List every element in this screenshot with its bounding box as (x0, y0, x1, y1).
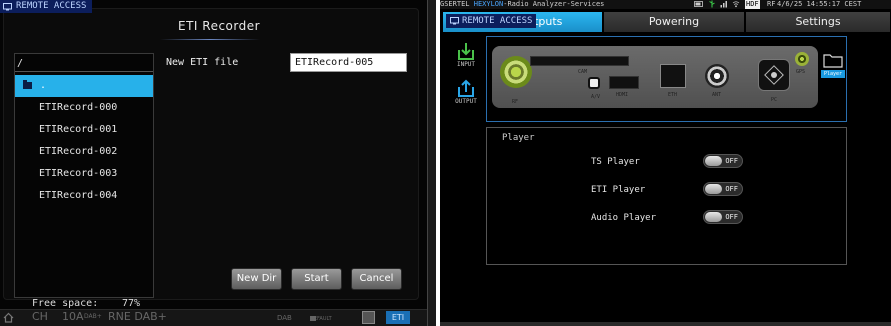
dialog-title: ETI Recorder (178, 19, 261, 33)
ch-label: CH (32, 310, 48, 323)
input-button[interactable]: INPUT (452, 42, 480, 68)
rf-port-label: RF (512, 99, 519, 105)
vendor-label: GSERTEL (440, 0, 470, 8)
pc-connector[interactable] (758, 59, 790, 91)
bottom-status-bar: CH 10A DAB+ RNE DAB+ DAB DEFAULT ETI (0, 309, 436, 326)
audio-player-label: Audio Player (591, 213, 657, 223)
new-file-label: New ETI file (166, 57, 239, 68)
current-path: / (15, 58, 153, 72)
tab-settings[interactable]: Settings (746, 12, 891, 32)
player-chip[interactable]: Player (821, 70, 845, 78)
upload-arrow-icon (458, 79, 474, 97)
eth-port[interactable] (660, 64, 686, 88)
channel-value: 10A (62, 310, 84, 323)
toggle-knob (705, 156, 722, 166)
brand-label: HEXYLON (473, 0, 504, 8)
top-status-bar: GSERTEL HEXYLON-Radio Analyzer-Services … (440, 0, 891, 9)
home-icon[interactable] (3, 312, 14, 326)
hdf-badge: HDF (745, 0, 760, 9)
cam-slot[interactable] (530, 56, 629, 66)
ts-player-label: TS Player (591, 157, 640, 167)
signal-icon (720, 0, 728, 11)
player-folder-icon[interactable] (823, 52, 843, 72)
remote-access-label: REMOTE ACCESS (16, 1, 87, 11)
battery-icon (694, 0, 704, 11)
remote-access-banner: REMOTE ACCESS (446, 14, 537, 28)
eti-player-toggle[interactable]: OFF (703, 182, 743, 196)
toggle-knob (705, 184, 722, 194)
usb-icon (708, 0, 716, 11)
ant-connector[interactable] (705, 64, 729, 88)
gps-connector[interactable] (795, 52, 809, 66)
download-arrow-icon (458, 43, 474, 60)
list-item[interactable]: ETIRecord-002 (15, 141, 153, 163)
rf-label: RF (767, 0, 776, 8)
cancel-button[interactable]: Cancel (351, 268, 402, 290)
gps-port-label: GPS (796, 69, 806, 75)
list-item[interactable]: ETIRecord-004 (15, 185, 153, 207)
eth-port-label: ETH (668, 92, 678, 98)
output-button[interactable]: OUTPUT (452, 79, 480, 105)
free-space-value: 77% (122, 298, 141, 309)
remote-access-label: REMOTE ACCESS (462, 16, 533, 26)
file-browser-list[interactable]: / . ETIRecord-000 ETIRecord-001 ETIRecor… (14, 53, 154, 298)
list-item[interactable]: ETIRecord-000 (15, 97, 153, 119)
music-icon[interactable] (362, 311, 375, 324)
list-item-label: . (40, 80, 47, 91)
free-space-label: Free space: (32, 298, 99, 309)
list-item[interactable]: ETIRecord-001 (15, 119, 153, 141)
remote-access-banner: REMOTE ACCESS (0, 0, 93, 13)
ant-port-label: ANT (712, 92, 722, 98)
rf-connector[interactable] (500, 56, 532, 88)
app-label: -Radio Analyzer-Services (503, 0, 605, 8)
inputs-outputs-screen: GSERTEL HEXYLON-Radio Analyzer-Services … (440, 0, 891, 326)
audio-player-toggle[interactable]: OFF (703, 210, 743, 224)
eti-player-label: ETI Player (591, 185, 646, 195)
new-dir-button[interactable]: New Dir (231, 268, 282, 290)
input-label: INPUT (456, 61, 476, 68)
hdmi-port[interactable] (609, 76, 639, 89)
list-item[interactable]: ETIRecord-003 (15, 163, 153, 185)
device-ports-panel: RF CAM A/V HDMI ETH ANT PC GPS (492, 46, 818, 108)
new-file-input[interactable] (290, 53, 407, 72)
start-button[interactable]: Start (291, 268, 342, 290)
datetime-label: 4/6/25 14:55:17 CEST (777, 0, 862, 8)
title-underline (160, 39, 260, 40)
output-label: OUTPUT (455, 98, 477, 105)
toggle-state: OFF (725, 157, 738, 165)
pc-port-label: PC (771, 97, 778, 103)
hdmi-port-label: HDMI (616, 92, 629, 98)
tab-powering[interactable]: Powering (604, 12, 745, 32)
cam-port-label: CAM (578, 69, 588, 75)
list-item-current-dir[interactable]: . (15, 75, 153, 97)
service-name: RNE DAB+ (108, 310, 167, 323)
player-panel (486, 127, 847, 265)
remote-access-icon (450, 17, 459, 25)
ts-player-toggle[interactable]: OFF (703, 154, 743, 168)
bottom-edge (440, 322, 891, 326)
av-connector[interactable] (588, 77, 600, 89)
wifi-icon (732, 0, 740, 11)
dab-plus-tag: DAB+ (84, 313, 102, 320)
toggle-state: OFF (725, 213, 738, 221)
eti-recorder-screen: REMOTE ACCESS ETI Recorder / . ETIRecord… (0, 0, 436, 326)
remote-access-icon (3, 2, 12, 10)
toggle-knob (705, 212, 722, 222)
av-port-label: A/V (591, 94, 601, 100)
eti-tab[interactable]: ETI (386, 311, 410, 324)
default-label: DEFAULT (310, 316, 332, 322)
folder-icon (23, 79, 32, 89)
right-edge-strip (427, 0, 436, 326)
toggle-state: OFF (725, 185, 738, 193)
player-panel-title: Player (502, 133, 535, 143)
dab-tag: DAB (277, 314, 292, 322)
